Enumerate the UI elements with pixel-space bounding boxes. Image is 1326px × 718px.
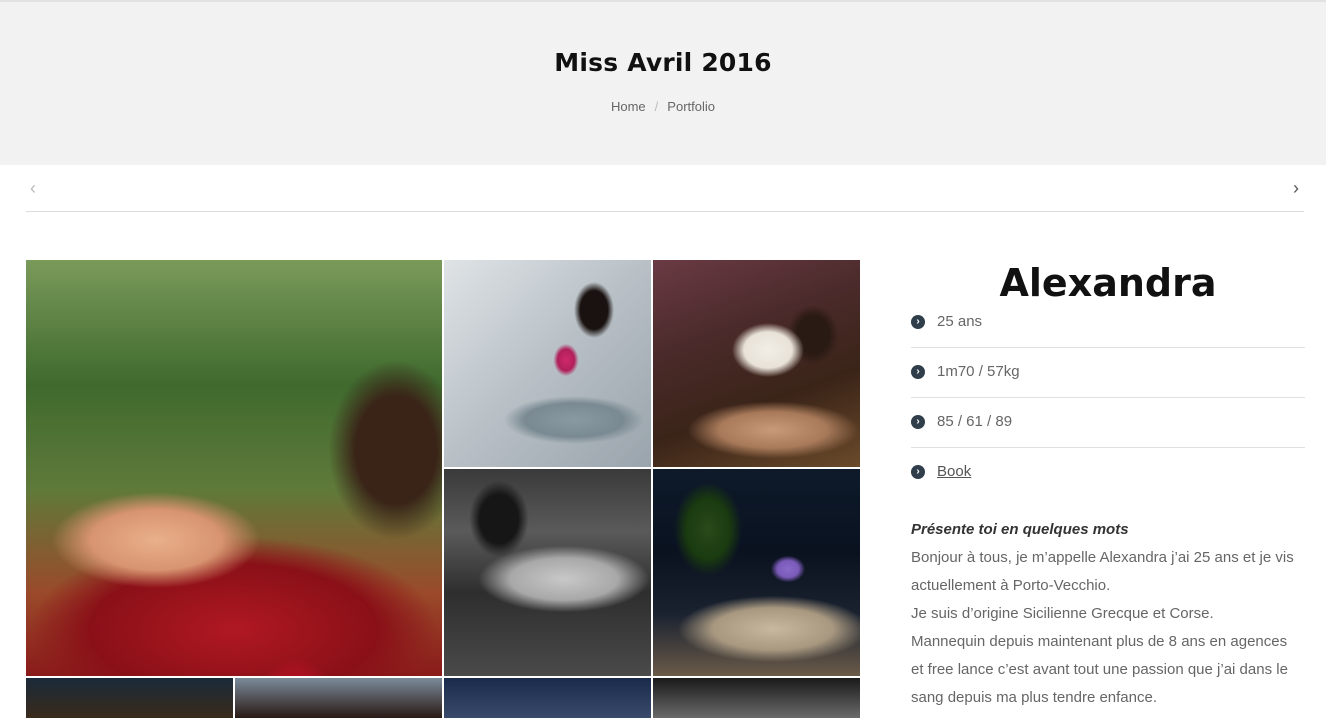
chevron-right-icon[interactable]: ›	[1293, 178, 1299, 198]
gallery-photo[interactable]	[653, 469, 860, 676]
chevron-circle-right-icon: ›	[911, 365, 925, 379]
fact-age-text: 25 ans	[937, 313, 983, 330]
chevron-circle-right-icon: ›	[911, 465, 925, 479]
gallery-photo[interactable]	[653, 678, 860, 718]
divider	[26, 211, 1304, 212]
bio-line: sang depuis ma plus tendre enfance.	[911, 689, 1157, 706]
model-facts-list: › 25 ans › 1m70 / 57kg › 85 / 61 / 89 › …	[911, 298, 1305, 497]
gallery-photo[interactable]	[444, 469, 651, 676]
page-title: Miss Avril 2016	[554, 48, 772, 77]
chevron-circle-right-icon: ›	[911, 315, 925, 329]
gallery-photo[interactable]	[444, 260, 651, 467]
book-link[interactable]: Book	[937, 463, 971, 480]
bio-line: actuellement à Porto-Vecchio.	[911, 577, 1111, 594]
gallery-photo[interactable]	[26, 678, 233, 718]
chevron-left-icon[interactable]: ‹	[30, 178, 36, 198]
page-header: Miss Avril 2016 Home / Portfolio	[0, 2, 1326, 165]
breadcrumb-portfolio-link[interactable]: Portfolio	[667, 99, 715, 114]
bio-line: Je suis d’origine Sicilienne Grecque et …	[911, 605, 1214, 622]
fact-height-weight-text: 1m70 / 57kg	[937, 363, 1020, 380]
fact-age: › 25 ans	[911, 298, 1305, 348]
bio-question: Présente toi en quelques mots	[911, 521, 1129, 538]
fact-measurements-text: 85 / 61 / 89	[937, 413, 1013, 430]
bio-line: Mannequin depuis maintenant plus de 8 an…	[911, 633, 1288, 650]
gallery-main-photo[interactable]	[26, 260, 442, 676]
fact-height-weight: › 1m70 / 57kg	[911, 348, 1305, 398]
gallery-photo[interactable]	[653, 260, 860, 467]
bio-section: Présente toi en quelques mots Bonjour à …	[911, 516, 1311, 712]
breadcrumb-home-link[interactable]: Home	[611, 99, 646, 114]
gallery-photo[interactable]	[444, 678, 651, 718]
bio-line: Bonjour à tous, je m’appelle Alexandra j…	[911, 549, 1294, 566]
fact-measurements: › 85 / 61 / 89	[911, 398, 1305, 448]
gallery-photo[interactable]	[235, 678, 442, 718]
breadcrumb: Home / Portfolio	[0, 99, 1326, 114]
chevron-circle-right-icon: ›	[911, 415, 925, 429]
breadcrumb-separator: /	[654, 99, 659, 114]
bio-line: et free lance c’est avant tout une passi…	[911, 661, 1288, 678]
fact-book: › Book	[911, 448, 1305, 497]
